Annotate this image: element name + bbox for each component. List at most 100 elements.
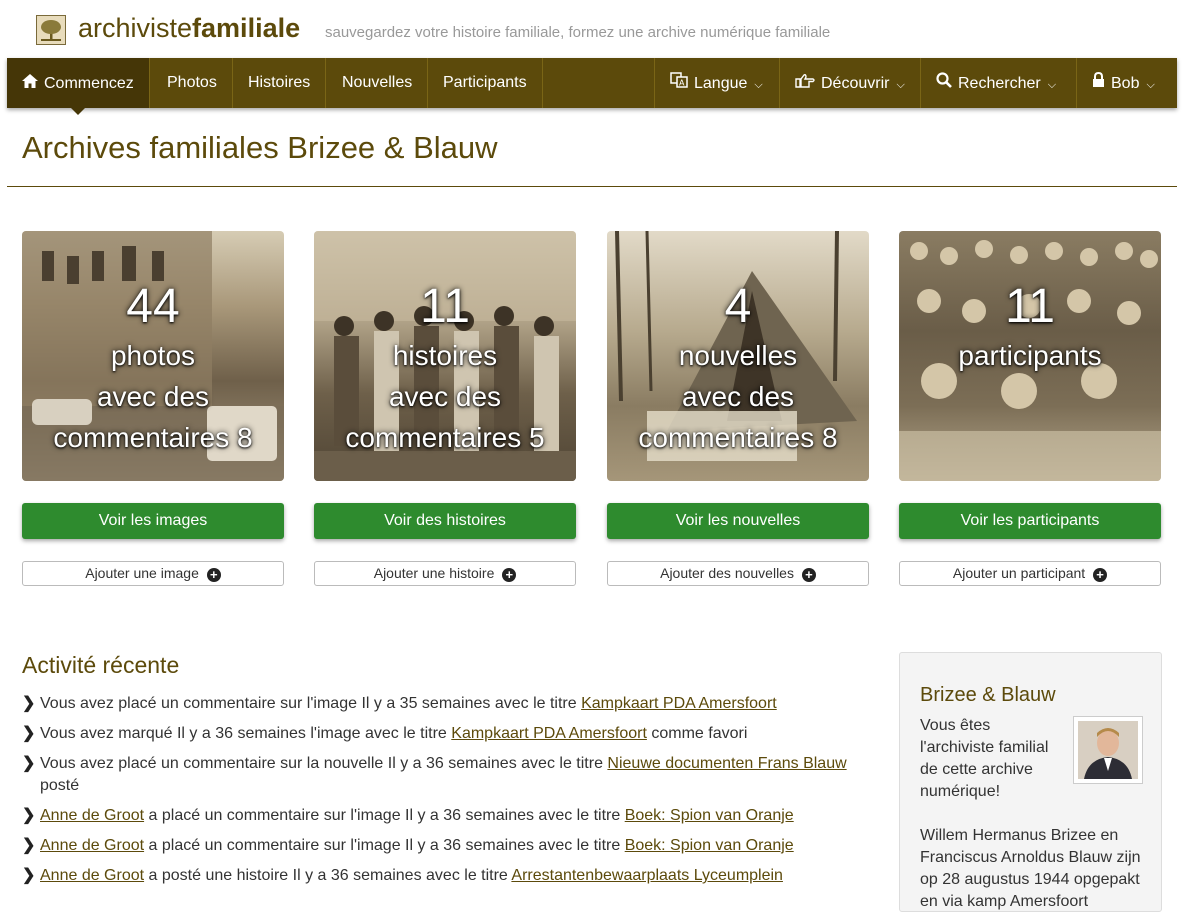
view-participants-button[interactable]: Voir les participants bbox=[899, 503, 1161, 539]
nav-item-nouvelles[interactable]: Nouvelles bbox=[327, 58, 429, 108]
plus-circle-icon: + bbox=[502, 568, 517, 582]
tile-text-nouvelles: 4 nouvelles avec des commentaires 8 bbox=[607, 281, 869, 458]
nav-label-nouvelles: Nouvelles bbox=[342, 74, 413, 91]
nav-item-user-bob[interactable]: Bob ⌵ bbox=[1076, 58, 1170, 108]
chevron-right-icon: ❯ bbox=[22, 837, 36, 854]
avatar[interactable] bbox=[1073, 716, 1143, 784]
chevron-right-icon: ❯ bbox=[22, 755, 36, 772]
card-nouvelles: 4 nouvelles avec des commentaires 8 Voir l… bbox=[607, 231, 869, 586]
nav-item-decouvrir[interactable]: Découvrir ⌵ bbox=[779, 58, 920, 108]
tile-participants[interactable]: 11 participants bbox=[899, 231, 1161, 481]
count-histoires: 11 bbox=[420, 280, 470, 333]
activity-link[interactable]: Boek: Spion van Oranje bbox=[625, 837, 794, 854]
home-icon bbox=[22, 58, 38, 108]
search-icon bbox=[936, 58, 952, 108]
nav-item-langue[interactable]: A Langue ⌵ bbox=[654, 58, 778, 108]
page-title: Archives familiales Brizee & Blauw bbox=[22, 130, 498, 165]
list-item: ❯ Anne de Groot a placé un commentaire su… bbox=[22, 835, 862, 857]
nav-label-decouvrir: Découvrir bbox=[821, 75, 890, 92]
chevron-down-icon: ⌵ bbox=[896, 79, 905, 91]
plus-circle-icon: + bbox=[206, 568, 221, 582]
add-news-button[interactable]: Ajouter des nouvelles + bbox=[607, 561, 869, 586]
nav-label-rechercher: Rechercher bbox=[958, 75, 1041, 92]
panel-text: Vous êtes l'archiviste familial de cette… bbox=[920, 717, 1049, 800]
chevron-right-icon: ❯ bbox=[22, 807, 36, 824]
panel-title: Brizee & Blauw bbox=[920, 684, 1056, 706]
svg-text:A: A bbox=[679, 79, 685, 88]
card-photos: 44 photos avec des commentaires 8 Voir les… bbox=[22, 231, 284, 586]
tile-photos[interactable]: 44 photos avec des commentaires 8 bbox=[22, 231, 284, 481]
label-participants: participants bbox=[958, 340, 1102, 371]
list-item: ❯ Anne de Groot a placé un commentaire su… bbox=[22, 805, 862, 827]
label-nouvelles: nouvelles avec des commentaires 8 bbox=[638, 340, 838, 453]
archive-info-panel: Brizee & Blauw Vous êtes l'archiviste fa… bbox=[899, 652, 1162, 912]
nav-label-photos: Photos bbox=[167, 74, 217, 91]
add-image-button[interactable]: Ajouter une image + bbox=[22, 561, 284, 586]
recent-activity-list: ❯ Vous avez placé un commentaire sur l'im… bbox=[22, 693, 862, 895]
list-item: ❯ Vous avez marqué Il y a 36 semaines l'i… bbox=[22, 723, 862, 745]
tile-text-participants: 11 participants bbox=[899, 281, 1161, 376]
view-stories-button[interactable]: Voir des histoires bbox=[314, 503, 576, 539]
chevron-down-icon: ⌵ bbox=[754, 79, 763, 91]
count-photos: 44 bbox=[126, 280, 180, 333]
main-navbar: Commencez Photos Histoires Nouvelles Par… bbox=[7, 58, 1177, 115]
list-item: ❯ Vous avez placé un commentaire sur l'im… bbox=[22, 693, 862, 715]
view-news-button[interactable]: Voir les nouvelles bbox=[607, 503, 869, 539]
tile-nouvelles[interactable]: 4 nouvelles avec des commentaires 8 bbox=[607, 231, 869, 481]
chevron-right-icon: ❯ bbox=[22, 725, 36, 742]
list-item: ❯ Anne de Groot a posté une histoire Il y… bbox=[22, 865, 862, 887]
add-story-button[interactable]: Ajouter une histoire + bbox=[314, 561, 576, 586]
pointing-hand-icon bbox=[795, 58, 815, 108]
count-participants: 11 bbox=[1005, 280, 1055, 333]
plus-circle-icon: + bbox=[1093, 568, 1108, 582]
user-link[interactable]: Anne de Groot bbox=[40, 867, 144, 884]
title-divider bbox=[7, 186, 1177, 187]
recent-activity-heading: Activité récente bbox=[22, 652, 180, 678]
chevron-down-icon: ⌵ bbox=[1047, 79, 1057, 91]
count-nouvelles: 4 bbox=[724, 280, 752, 333]
chevron-down-icon: ⌵ bbox=[1146, 79, 1155, 91]
add-participant-label: Ajouter un participant bbox=[952, 565, 1086, 581]
activity-link[interactable]: Boek: Spion van Oranje bbox=[625, 807, 794, 824]
nav-item-rechercher[interactable]: Rechercher ⌵ bbox=[920, 58, 1071, 108]
list-item: ❯ Vous avez placé un commentaire sur la n… bbox=[22, 755, 847, 794]
activity-link[interactable]: Nieuwe documenten Frans Blauw bbox=[607, 755, 846, 772]
nav-item-commencez[interactable]: Commencez bbox=[7, 58, 150, 115]
nav-item-photos[interactable]: Photos bbox=[152, 58, 233, 108]
brand-name-light: archiviste bbox=[78, 13, 193, 43]
tile-text-histoires: 11 histoires avec des commentaires 5 bbox=[314, 281, 576, 458]
site-tagline: sauvegardez votre histoire familiale, fo… bbox=[325, 24, 831, 41]
tile-histoires[interactable]: 11 histoires avec des commentaires 5 bbox=[314, 231, 576, 481]
nav-label-bob: Bob bbox=[1111, 75, 1140, 92]
chevron-right-icon: ❯ bbox=[22, 695, 36, 712]
nav-item-histoires[interactable]: Histoires bbox=[233, 58, 327, 108]
chevron-right-icon: ❯ bbox=[22, 867, 36, 884]
add-participant-button[interactable]: Ajouter un participant + bbox=[899, 561, 1161, 586]
activity-link[interactable]: Kampkaart PDA Amersfoort bbox=[451, 725, 647, 742]
view-images-button[interactable]: Voir les images bbox=[22, 503, 284, 539]
user-link[interactable]: Anne de Groot bbox=[40, 807, 144, 824]
add-story-label: Ajouter une histoire bbox=[373, 565, 495, 581]
brand-name-bold: familiale bbox=[192, 13, 301, 43]
nav-item-participants[interactable]: Participants bbox=[428, 58, 543, 108]
nav-label-commencez: Commencez bbox=[44, 75, 134, 92]
site-logo-text[interactable]: archivistefamiliale bbox=[78, 13, 300, 44]
activity-link[interactable]: Arrestantenbewaarplaats Lyceumplein bbox=[511, 867, 783, 884]
label-histoires: histoires avec des commentaires 5 bbox=[345, 340, 545, 453]
plus-circle-icon: + bbox=[801, 568, 816, 582]
lock-icon bbox=[1092, 58, 1105, 108]
nav-label-langue: Langue bbox=[694, 75, 748, 92]
nav-label-participants: Participants bbox=[443, 74, 527, 91]
user-link[interactable]: Anne de Groot bbox=[40, 837, 144, 854]
card-histoires: 11 histoires avec des commentaires 5 Voir … bbox=[314, 231, 576, 586]
brand-bar: archivistefamiliale sauvegardez votre hi… bbox=[0, 0, 1200, 58]
nav-label-histoires: Histoires bbox=[248, 74, 311, 91]
card-participants: 11 participants Voir les participants Aj… bbox=[899, 231, 1161, 586]
add-image-label: Ajouter une image bbox=[85, 565, 199, 581]
translate-icon: A bbox=[670, 58, 688, 108]
tile-text-photos: 44 photos avec des commentaires 8 bbox=[22, 281, 284, 458]
label-photos: photos avec des commentaires 8 bbox=[53, 340, 253, 453]
add-news-label: Ajouter des nouvelles bbox=[660, 565, 794, 581]
tree-logo-icon[interactable] bbox=[36, 15, 66, 45]
activity-link[interactable]: Kampkaart PDA Amersfoort bbox=[581, 695, 777, 712]
